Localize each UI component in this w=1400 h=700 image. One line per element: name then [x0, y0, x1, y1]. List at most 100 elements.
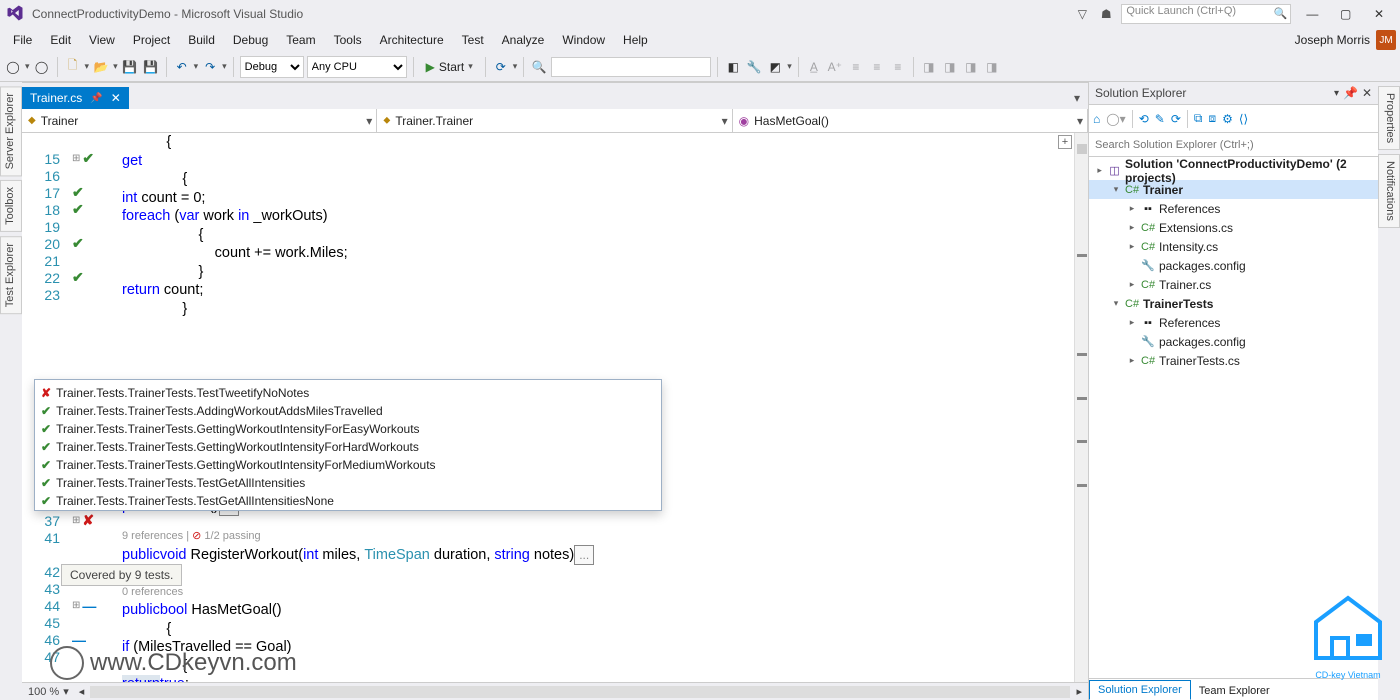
menu-project[interactable]: Project	[124, 30, 179, 50]
close-button[interactable]: ✕	[1364, 7, 1394, 21]
user-avatar[interactable]: JM	[1376, 30, 1396, 50]
menu-window[interactable]: Window	[553, 30, 614, 50]
quick-launch-input[interactable]: Quick Launch (Ctrl+Q) 🔍	[1121, 4, 1291, 24]
tree-node[interactable]: ▸▪▪References	[1089, 313, 1378, 332]
menu-analyze[interactable]: Analyze	[493, 30, 554, 50]
test-result-row[interactable]: ✔Trainer.Tests.TrainerTests.TestGetAllIn…	[41, 492, 655, 510]
doc-menu-icon[interactable]: ▾	[1066, 87, 1088, 109]
se-properties-icon[interactable]: ⚙	[1222, 112, 1233, 126]
save-all-icon[interactable]: 💾	[142, 58, 160, 76]
zoom-dropdown-icon[interactable]: ▾	[63, 685, 69, 698]
platform-select[interactable]: Any CPU	[307, 56, 407, 78]
tree-node[interactable]: ▸▪▪References	[1089, 199, 1378, 218]
se-sync-icon[interactable]: ⟲	[1139, 112, 1149, 126]
pin-icon[interactable]: 📌	[90, 93, 102, 104]
start-button[interactable]: ▶Start▾	[420, 60, 479, 74]
quick-launch-placeholder: Quick Launch (Ctrl+Q)	[1126, 5, 1236, 17]
notifications-icon[interactable]: ☗	[1097, 5, 1115, 23]
nav-type[interactable]: ◆Trainer▾	[22, 109, 377, 132]
nav-member[interactable]: ⬥Trainer.Trainer▾	[377, 109, 732, 132]
split-icon[interactable]: +	[1058, 135, 1072, 149]
tb-group2-1[interactable]: A̲	[805, 58, 823, 76]
solution-explorer-tab[interactable]: Solution Explorer	[1089, 680, 1191, 700]
hscroll-right-icon[interactable]: ▸	[1076, 685, 1082, 698]
team-explorer-tab[interactable]: Team Explorer	[1191, 682, 1278, 700]
test-result-row[interactable]: ✔Trainer.Tests.TrainerTests.GettingWorko…	[41, 420, 655, 438]
test-result-row[interactable]: ✔Trainer.Tests.TrainerTests.GettingWorko…	[41, 438, 655, 456]
open-icon[interactable]: 📂	[92, 58, 110, 76]
menu-team[interactable]: Team	[277, 30, 324, 50]
se-home-icon[interactable]: ⌂	[1093, 112, 1100, 126]
se-back-icon[interactable]: ◯▾	[1106, 112, 1125, 126]
test-result-row[interactable]: ✘Trainer.Tests.TrainerTests.TestTweetify…	[41, 384, 655, 402]
menu-debug[interactable]: Debug	[224, 30, 277, 50]
overview-ruler[interactable]	[1074, 133, 1088, 682]
tree-node[interactable]: ▸C#Extensions.cs	[1089, 218, 1378, 237]
notifications-tab[interactable]: Notifications	[1378, 154, 1400, 228]
filter-icon[interactable]: ▽	[1073, 5, 1091, 23]
back-icon[interactable]: ◯	[4, 58, 22, 76]
menu-build[interactable]: Build	[179, 30, 224, 50]
menu-test[interactable]: Test	[453, 30, 493, 50]
test-result-row[interactable]: ✔Trainer.Tests.TrainerTests.TestGetAllIn…	[41, 474, 655, 492]
tb-group3-3[interactable]: ◨	[962, 58, 980, 76]
menu-tools[interactable]: Tools	[325, 30, 371, 50]
nav-method[interactable]: ◉HasMetGoal()▾	[733, 109, 1088, 132]
panel-menu-icon[interactable]: ▾	[1334, 88, 1339, 99]
tb-icon-3[interactable]: ◩	[766, 58, 784, 76]
browser-link-icon[interactable]: ⟳	[492, 58, 510, 76]
properties-tab[interactable]: Properties	[1378, 86, 1400, 150]
tree-node[interactable]: ▸C#Intensity.cs	[1089, 237, 1378, 256]
test-result-row[interactable]: ✔Trainer.Tests.TrainerTests.GettingWorko…	[41, 456, 655, 474]
menu-architecture[interactable]: Architecture	[371, 30, 453, 50]
server-explorer-tab[interactable]: Server Explorer	[0, 86, 22, 176]
pin-panel-icon[interactable]: 📌	[1343, 86, 1358, 100]
undo-icon[interactable]: ↶	[173, 58, 191, 76]
tb-group2-2[interactable]: A⁺	[826, 58, 844, 76]
find-icon[interactable]: 🔍	[530, 58, 548, 76]
menu-view[interactable]: View	[80, 30, 124, 50]
test-result-row[interactable]: ✔Trainer.Tests.TrainerTests.AddingWorkou…	[41, 402, 655, 420]
close-panel-icon[interactable]: ✕	[1362, 86, 1372, 100]
tree-node[interactable]: ▸C#Trainer.cs	[1089, 275, 1378, 294]
signed-in-user[interactable]: Joseph Morris	[1295, 33, 1376, 47]
tb-icon-1[interactable]: ◧	[724, 58, 742, 76]
save-icon[interactable]: 💾	[121, 58, 139, 76]
test-explorer-tab[interactable]: Test Explorer	[0, 236, 22, 314]
search-icon: 🔍	[1274, 7, 1288, 20]
tb-group3-4[interactable]: ◨	[983, 58, 1001, 76]
tb-group3-2[interactable]: ◨	[941, 58, 959, 76]
se-showall-icon[interactable]: ⧈	[1208, 111, 1216, 126]
new-project-icon[interactable]: 🗋	[64, 58, 82, 76]
tb-group3-1[interactable]: ◨	[920, 58, 938, 76]
tree-node[interactable]: ▸C#TrainerTests.cs	[1089, 351, 1378, 370]
tree-node[interactable]: 🔧packages.config	[1089, 256, 1378, 275]
tb-group2-5[interactable]: ≡	[889, 58, 907, 76]
zoom-level[interactable]: 100 %	[28, 686, 59, 698]
se-preview-icon[interactable]: ⟨⟩	[1239, 112, 1248, 126]
active-document-tab[interactable]: Trainer.cs 📌 ✕	[22, 87, 129, 109]
menu-edit[interactable]: Edit	[41, 30, 80, 50]
menu-help[interactable]: Help	[614, 30, 657, 50]
tb-group2-3[interactable]: ≡	[847, 58, 865, 76]
se-collapse-icon[interactable]: ⧉	[1194, 111, 1203, 126]
tb-icon-2[interactable]: 🔧	[745, 58, 763, 76]
menu-file[interactable]: File	[4, 30, 41, 50]
redo-icon[interactable]: ↷	[201, 58, 219, 76]
solution-search-input[interactable]	[1089, 133, 1378, 156]
config-select[interactable]: Debug	[240, 56, 304, 78]
hscrollbar[interactable]	[90, 686, 1070, 698]
se-pending-icon[interactable]: ✎	[1155, 112, 1165, 126]
tree-node[interactable]: ▾C#TrainerTests	[1089, 294, 1378, 313]
se-refresh-icon[interactable]: ⟳	[1171, 112, 1181, 126]
toolbox-tab[interactable]: Toolbox	[0, 180, 22, 232]
tree-node[interactable]: ▸◫Solution 'ConnectProductivityDemo' (2 …	[1089, 161, 1378, 180]
minimize-button[interactable]: —	[1297, 7, 1327, 21]
close-tab-icon[interactable]: ✕	[111, 91, 121, 105]
maximize-button[interactable]: ▢	[1331, 7, 1361, 21]
forward-icon[interactable]: ◯	[33, 58, 51, 76]
tb-group2-4[interactable]: ≡	[868, 58, 886, 76]
tree-node[interactable]: 🔧packages.config	[1089, 332, 1378, 351]
hscroll-left-icon[interactable]: ◂	[79, 685, 85, 698]
find-input[interactable]	[551, 57, 711, 77]
